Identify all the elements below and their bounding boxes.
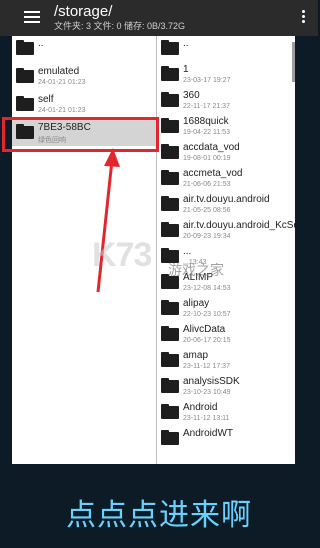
- watermark-text: 游戏之家: [168, 262, 224, 278]
- caption-text: 点点点进来啊: [66, 498, 252, 533]
- watermark-logo: K73: [92, 236, 152, 274]
- pointer-arrow: [96, 148, 120, 293]
